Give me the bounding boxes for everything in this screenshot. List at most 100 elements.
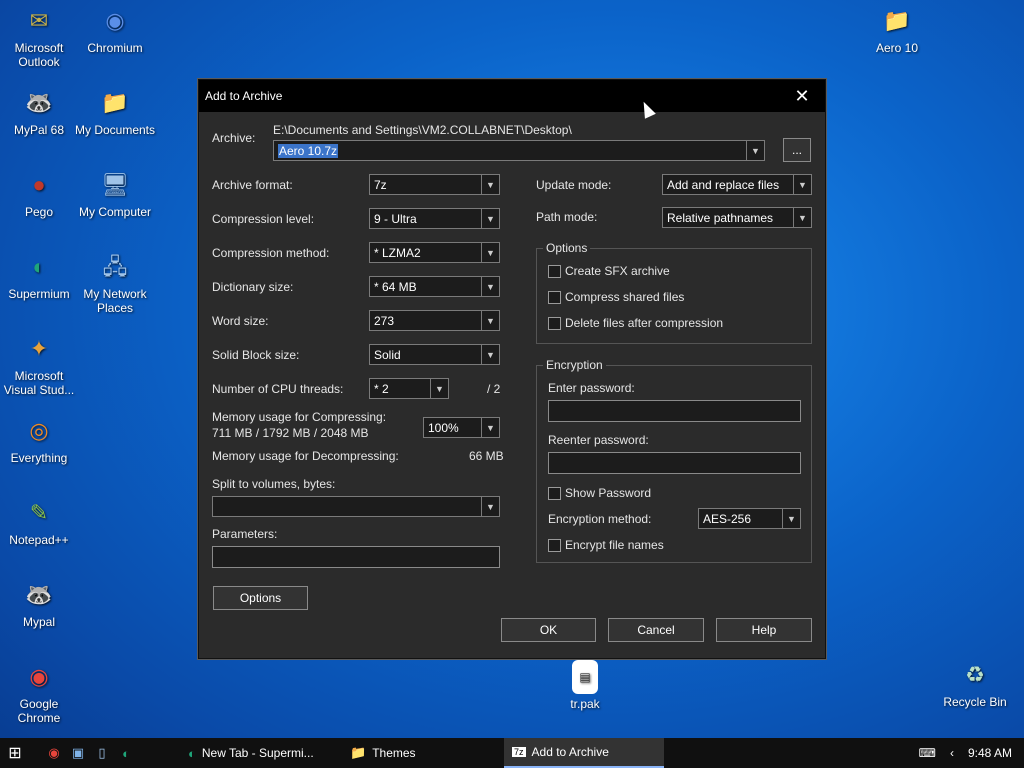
chevron-down-icon[interactable]: ▼ [481,243,499,262]
browse-button[interactable]: ... [783,138,811,162]
dictionary-size-value: * 64 MB [374,279,417,294]
quicklaunch-supermium-icon[interactable]: ◐ [116,743,136,763]
chevron-down-icon[interactable]: ▼ [481,311,499,330]
desktop-icon-microsoft-outlook[interactable]: ✉ Microsoft Outlook [0,4,81,70]
archive-format-select[interactable]: 7z ▼ [369,174,500,195]
chevron-down-icon[interactable]: ▼ [746,141,764,160]
delete-after-checkbox[interactable]: Delete files after compression [548,316,723,330]
compression-method-select[interactable]: * LZMA2 ▼ [369,242,500,263]
mem-decompress-value: 66 MB [469,449,504,463]
chevron-down-icon[interactable]: ▼ [481,175,499,194]
quicklaunch-explorer-icon[interactable]: ▣ [68,743,88,763]
desktop-icon-google-chrome[interactable]: ◉ Google Chrome [0,660,81,726]
dictionary-size-select[interactable]: * 64 MB ▼ [369,276,500,297]
cpu-threads-select[interactable]: * 2 ▼ [369,378,449,399]
mem-compress-label: Memory usage for Compressing: [212,410,387,424]
archive-name-combo[interactable]: Aero 10.7z ▼ [273,140,765,161]
show-password-checkbox[interactable]: Show Password [548,486,651,500]
encrypt-names-label: Encrypt file names [565,538,664,552]
path-mode-select[interactable]: Relative pathnames ▼ [662,207,812,228]
desktop-icon-everything[interactable]: ◎ Everything [0,414,81,466]
compression-level-select[interactable]: 9 - Ultra ▼ [369,208,500,229]
update-mode-select[interactable]: Add and replace files ▼ [662,174,812,195]
checkbox-box[interactable] [548,538,561,552]
encryption-method-label: Encryption method: [548,512,652,526]
desktop-icon-recycle-bin[interactable]: ♻ Recycle Bin [933,658,1017,710]
my-computer-icon: 🖥 [101,172,129,197]
desktop-icon-notepad-plus-plus[interactable]: ✎ Notepad++ [0,496,81,548]
clock[interactable]: 9:48 AM [968,746,1012,760]
reenter-password-input[interactable] [548,452,801,474]
dictionary-size-label: Dictionary size: [212,280,294,294]
seven-zip-icon: 7z [512,747,526,757]
mem-compress-value: 711 MB / 1792 MB / 2048 MB [212,426,369,440]
file-icon: ▤ [572,660,598,694]
encryption-method-value: AES-256 [703,511,752,526]
desktop-icon-aero-10[interactable]: 📁 Aero 10 [855,4,939,56]
parameters-input[interactable] [212,546,500,568]
taskbar-item-supermium[interactable]: ◐ New Tab - Supermi... [180,738,340,768]
start-button[interactable]: ⊞ [0,738,30,768]
checkbox-box[interactable] [548,290,561,304]
ok-button[interactable]: OK [501,618,596,642]
desktop-icon-microsoft-visual-studio[interactable]: ✦ Microsoft Visual Stud... [0,332,81,398]
supermium-icon: ◐ [188,745,196,761]
desktop-icon-my-network-places[interactable]: 🖧 My Network Places [73,250,157,316]
chevron-down-icon[interactable]: ▼ [793,175,811,194]
supermium-icon: ◐ [32,254,46,279]
desktop-icon-chromium[interactable]: ◉ Chromium [73,4,157,56]
desktop-icon-tr-pak[interactable]: ▤ tr.pak [543,660,627,711]
cpu-threads-value: * 2 [374,381,389,396]
create-sfx-checkbox[interactable]: Create SFX archive [548,264,670,278]
desktop-icon-mypal-68[interactable]: 🦝 MyPal 68 [0,86,81,138]
create-sfx-label: Create SFX archive [565,264,670,278]
help-button[interactable]: Help [716,618,812,642]
compression-level-label: Compression level: [212,212,315,226]
word-size-select[interactable]: 273 ▼ [369,310,500,331]
update-mode-label: Update mode: [536,178,612,192]
chevron-down-icon[interactable]: ▼ [430,379,448,398]
checkbox-box[interactable] [548,486,561,500]
quicklaunch-media-icon[interactable]: ▯ [92,743,112,763]
compress-shared-checkbox[interactable]: Compress shared files [548,290,684,304]
chevron-down-icon[interactable]: ▼ [793,208,811,227]
desktop-icon-mypal[interactable]: 🦝 Mypal [0,578,81,630]
memory-percent-select[interactable]: 100% ▼ [423,417,500,438]
chevron-down-icon[interactable]: ▼ [481,277,499,296]
chevron-down-icon[interactable]: ▼ [481,418,499,437]
checkbox-box[interactable] [548,316,561,330]
quicklaunch-chrome-icon[interactable]: ◉ [44,743,64,763]
chevron-down-icon[interactable]: ▼ [782,509,800,528]
taskbar-item-label: Add to Archive [531,745,609,759]
checkbox-box[interactable] [548,264,561,278]
chevron-down-icon[interactable]: ▼ [481,497,499,516]
keyboard-icon[interactable]: ⌨ [919,746,936,760]
desktop-icon-label: My Computer [78,205,152,219]
close-icon[interactable]: ✕ [779,80,825,112]
enter-password-input[interactable] [548,400,801,422]
desktop-icon-supermium[interactable]: ◐ Supermium [0,250,81,302]
system-tray: ⌨ ‹ 9:48 AM [919,738,1012,768]
options-button[interactable]: Options [213,586,308,610]
microsoft-outlook-icon: ✉ [29,8,49,33]
desktop-icon-label: Notepad++ [9,533,69,547]
desktop-icon-pego[interactable]: ● Pego [0,168,81,220]
path-mode-value: Relative pathnames [667,210,774,225]
encrypt-names-checkbox[interactable]: Encrypt file names [548,538,664,552]
chevron-down-icon[interactable]: ▼ [481,209,499,228]
desktop-icon-label: tr.pak [570,697,600,711]
solid-block-select[interactable]: Solid ▼ [369,344,500,365]
taskbar-item-themes[interactable]: 📁 Themes [342,738,502,768]
parameters-label: Parameters: [212,527,278,541]
cancel-button[interactable]: Cancel [608,618,704,642]
taskbar-item-add-to-archive[interactable]: 7z Add to Archive [504,738,664,768]
desktop-icon-my-computer[interactable]: 🖥 My Computer [73,168,157,220]
encryption-method-select[interactable]: AES-256 ▼ [698,508,801,529]
chevron-down-icon[interactable]: ▼ [481,345,499,364]
split-volumes-select[interactable]: ▼ [212,496,500,517]
desktop-icon-label: Recycle Bin [943,695,1007,709]
chromium-icon: ◉ [105,8,125,33]
dialog-titlebar[interactable]: Add to Archive ✕ [199,80,825,112]
chevron-left-icon[interactable]: ‹ [950,746,954,760]
desktop-icon-my-documents[interactable]: 📁 My Documents [73,86,157,138]
